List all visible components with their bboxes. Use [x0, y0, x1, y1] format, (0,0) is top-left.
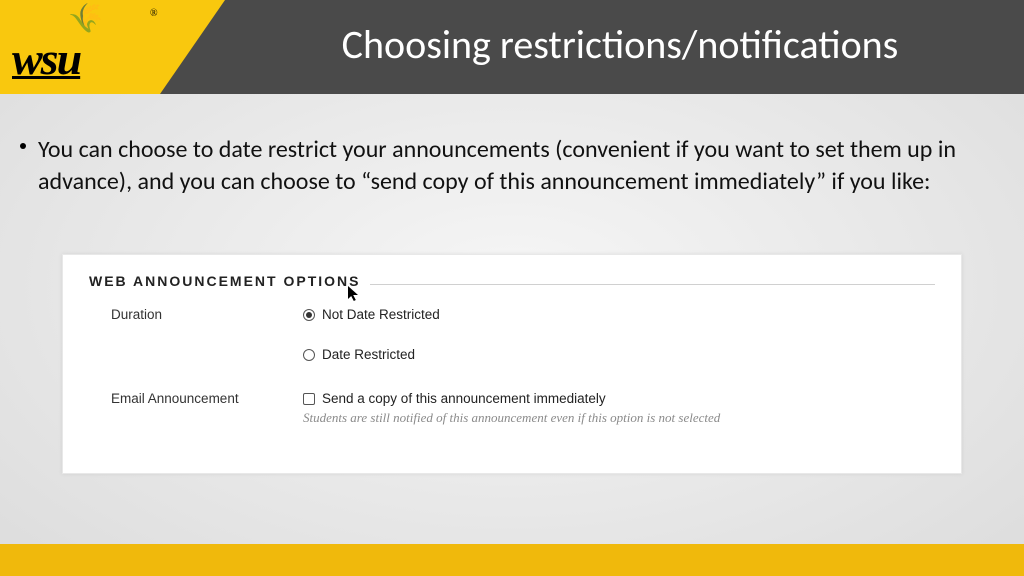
checkbox-label: Send a copy of this announcement immedia…: [322, 391, 606, 406]
registered-mark: ®: [150, 8, 158, 19]
slide-title: Choosing restrictions/notifications: [230, 20, 1010, 69]
wsu-logo: 🌾 ® wsu: [10, 4, 160, 90]
email-label: Email Announcement: [111, 391, 239, 406]
bullet-dot-icon: [20, 143, 26, 149]
bullet-text: You can choose to date restrict your ann…: [38, 135, 956, 196]
duration-option-b[interactable]: Date Restricted: [303, 347, 415, 362]
slide: 🌾 ® wsu Choosing restrictions/notificati…: [0, 0, 1024, 576]
mouse-cursor-icon: [347, 285, 361, 308]
email-helper-text: Students are still notified of this anno…: [303, 410, 720, 426]
header: 🌾 ® wsu Choosing restrictions/notificati…: [0, 0, 1024, 94]
radio-label: Not Date Restricted: [322, 307, 440, 322]
bullet-paragraph: You can choose to date restrict your ann…: [38, 134, 978, 199]
radio-label: Date Restricted: [322, 347, 415, 362]
wsu-wordmark: wsu: [12, 32, 80, 85]
options-panel: WEB ANNOUNCEMENT OPTIONS Duration Not Da…: [62, 254, 962, 474]
duration-label: Duration: [111, 307, 162, 322]
panel-title: WEB ANNOUNCEMENT OPTIONS: [89, 273, 370, 289]
footer-stripe: [0, 544, 1024, 576]
checkbox-icon[interactable]: [303, 393, 315, 405]
radio-icon[interactable]: [303, 349, 315, 361]
radio-icon[interactable]: [303, 309, 315, 321]
email-checkbox-group[interactable]: Send a copy of this announcement immedia…: [303, 391, 720, 426]
duration-option-a[interactable]: Not Date Restricted: [303, 307, 440, 322]
